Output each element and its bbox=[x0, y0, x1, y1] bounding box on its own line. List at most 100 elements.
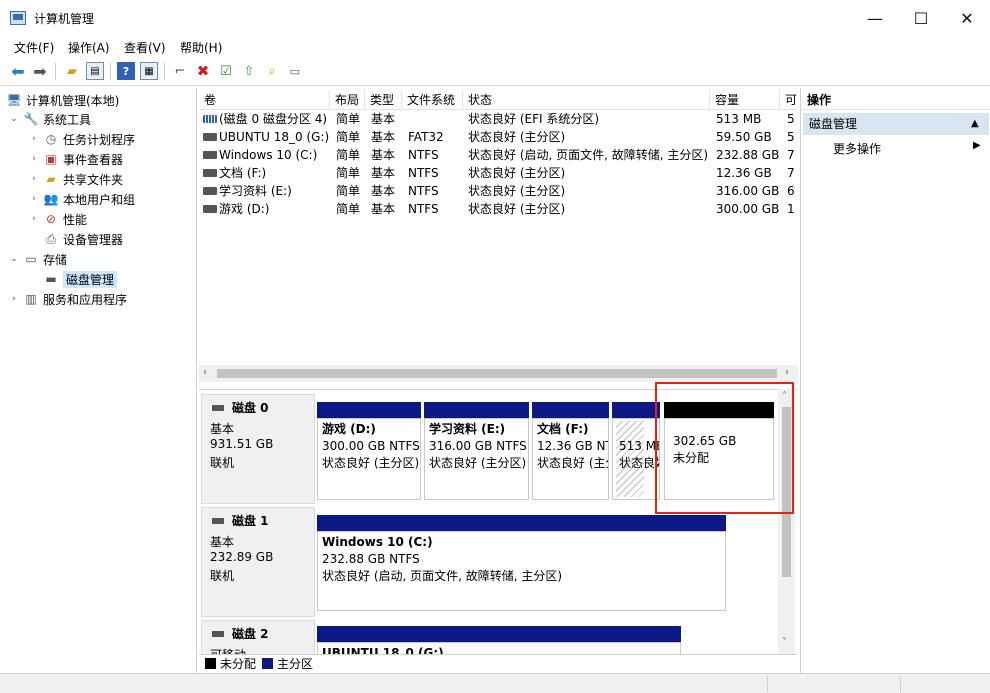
scrollbar-thumb[interactable] bbox=[217, 369, 777, 378]
disk-name-text: 磁盘 0 bbox=[232, 401, 269, 415]
scroll-left-icon[interactable]: ‹ bbox=[203, 367, 207, 378]
search-icon[interactable]: ⌕ bbox=[263, 62, 281, 80]
partition-body: 513 MB 状态良好 bbox=[612, 418, 660, 500]
actions-section-disk-management[interactable]: 磁盘管理 ▲ bbox=[803, 113, 989, 135]
volume-list-header: 卷 布局 类型 文件系统 状态 容量 可 bbox=[199, 90, 798, 110]
tree-root[interactable]: 🖥 计算机管理(本地) bbox=[4, 90, 119, 110]
chevron-right-icon[interactable]: › bbox=[28, 174, 40, 184]
submenu-arrow-icon[interactable]: ▶ bbox=[973, 140, 981, 151]
volume-capacity: 513 MB bbox=[716, 112, 762, 126]
disk-1-label[interactable]: 磁盘 1 基本 232.89 GB 联机 bbox=[201, 507, 315, 617]
partition-bar bbox=[317, 402, 421, 418]
properties-icon[interactable]: ▦ bbox=[140, 62, 158, 80]
menu-file[interactable]: 文件(F) bbox=[14, 39, 54, 56]
chevron-right-icon[interactable]: › bbox=[8, 294, 20, 304]
more-actions[interactable]: 更多操作 bbox=[833, 140, 881, 157]
collapse-icon[interactable]: ▲ bbox=[971, 113, 979, 135]
volume-row[interactable]: UBUNTU 18_0 (G:) 简单 基本 FAT32 状态良好 (主分区) … bbox=[199, 128, 798, 146]
up-folder-icon[interactable]: ▰ bbox=[63, 62, 81, 80]
volume-free: 6 bbox=[787, 184, 795, 198]
disk-icon bbox=[212, 630, 224, 637]
chevron-down-icon[interactable]: ⌄ bbox=[8, 114, 20, 124]
scroll-down-icon[interactable]: ˅ bbox=[782, 637, 787, 648]
clock-icon: ◷ bbox=[45, 132, 57, 146]
chevron-right-icon[interactable]: › bbox=[28, 194, 40, 204]
chevron-right-icon[interactable]: › bbox=[28, 154, 40, 164]
help-icon[interactable]: ? bbox=[117, 62, 135, 80]
volume-row[interactable]: (磁盘 0 磁盘分区 4) 简单 基本 状态良好 (EFI 系统分区) 513 … bbox=[199, 110, 798, 128]
volume-filesystem: NTFS bbox=[408, 202, 439, 216]
partition-body: UBUNTU 18_0 (G:) bbox=[317, 642, 681, 654]
computer-icon: 🖥 bbox=[6, 93, 22, 107]
volume-row[interactable]: 文档 (F:) 简单 基本 NTFS 状态良好 (主分区) 12.36 GB 7 bbox=[199, 164, 798, 182]
scroll-right-icon[interactable]: › bbox=[785, 367, 789, 378]
services-icon: ▥ bbox=[25, 292, 37, 306]
volume-capacity: 232.88 GB bbox=[716, 148, 780, 162]
menu-action[interactable]: 操作(A) bbox=[68, 39, 110, 56]
volume-row[interactable]: Windows 10 (C:) 简单 基本 NTFS 状态良好 (启动, 页面文… bbox=[199, 146, 798, 164]
actions-header: 操作 bbox=[801, 90, 990, 110]
tree-local-users[interactable]: › 👥 本地用户和组 bbox=[28, 189, 135, 209]
toolbar-separator bbox=[55, 63, 56, 80]
status-bar bbox=[0, 673, 990, 693]
volume-status: 状态良好 (启动, 页面文件, 故障转储, 主分区) bbox=[468, 148, 709, 162]
disk-size: 232.89 GB bbox=[210, 550, 274, 564]
legend: 未分配 主分区 bbox=[199, 654, 797, 672]
chevron-right-icon[interactable]: › bbox=[28, 134, 40, 144]
volume-layout: 简单 bbox=[336, 202, 361, 216]
volume-layout: 简单 bbox=[336, 166, 361, 180]
menu-help[interactable]: 帮助(H) bbox=[180, 39, 222, 56]
partition-size: 316.00 GB NTFS bbox=[429, 439, 527, 453]
column-header-free[interactable]: 可 bbox=[780, 90, 798, 110]
device-manager-icon: ⎙ bbox=[46, 231, 56, 246]
column-header-capacity[interactable]: 容量 bbox=[710, 90, 780, 110]
back-icon[interactable]: ⬅ bbox=[9, 62, 27, 81]
disk-2-label[interactable]: 磁盘 2 可移动 bbox=[201, 620, 315, 654]
partition-body: Windows 10 (C:) 232.88 GB NTFS 状态良好 (启动,… bbox=[317, 531, 726, 611]
column-header-volume[interactable]: 卷 bbox=[199, 90, 330, 110]
volume-icon bbox=[203, 115, 217, 123]
menu-bar: 文件(F) 操作(A) 查看(V) 帮助(H) bbox=[0, 36, 990, 58]
disk-icon bbox=[212, 404, 224, 411]
partition-bar bbox=[612, 402, 660, 418]
chevron-right-icon[interactable]: › bbox=[28, 214, 40, 224]
minimize-button[interactable]: — bbox=[852, 0, 898, 36]
disk-0-label[interactable]: 磁盘 0 基本 931.51 GB 联机 bbox=[201, 394, 315, 504]
volume-type: 基本 bbox=[371, 202, 396, 216]
close-button[interactable]: ✕ bbox=[944, 0, 990, 36]
connect-icon[interactable]: ⌐ bbox=[171, 62, 189, 80]
volume-filesystem: NTFS bbox=[408, 166, 439, 180]
tree-device-manager[interactable]: ⎙ 设备管理器 bbox=[40, 229, 123, 249]
title-bar: 计算机管理 — ☐ ✕ bbox=[0, 0, 990, 36]
volume-type: 基本 bbox=[371, 184, 396, 198]
users-icon: 👥 bbox=[43, 192, 59, 206]
volume-type: 基本 bbox=[371, 112, 396, 126]
tree-performance[interactable]: › ⊘ 性能 bbox=[28, 209, 87, 229]
disk-icon bbox=[212, 517, 224, 524]
column-header-status[interactable]: 状态 bbox=[463, 90, 710, 110]
forward-icon[interactable]: ➡ bbox=[31, 62, 49, 81]
tree-shared-folders[interactable]: › ▰ 共享文件夹 bbox=[28, 169, 123, 189]
column-header-filesystem[interactable]: 文件系统 bbox=[402, 90, 463, 110]
tree-storage[interactable]: ⌄ ▭ 存储 bbox=[8, 249, 67, 269]
column-header-type[interactable]: 类型 bbox=[365, 90, 402, 110]
column-header-layout[interactable]: 布局 bbox=[330, 90, 365, 110]
volume-row[interactable]: 学习资料 (E:) 简单 基本 NTFS 状态良好 (主分区) 316.00 G… bbox=[199, 182, 798, 200]
menu-view[interactable]: 查看(V) bbox=[124, 39, 166, 56]
tools-icon: 🔧 bbox=[23, 112, 39, 126]
tree-disk-management[interactable]: ▬ 磁盘管理 bbox=[40, 269, 118, 289]
maximize-button[interactable]: ☐ bbox=[898, 0, 944, 36]
tree-event-viewer[interactable]: › ▣ 事件查看器 bbox=[28, 149, 123, 169]
import-icon[interactable]: ⇧ bbox=[240, 62, 258, 80]
volume-row[interactable]: 游戏 (D:) 简单 基本 NTFS 状态良好 (主分区) 300.00 GB … bbox=[199, 200, 798, 218]
delete-icon[interactable]: ✖ bbox=[194, 62, 212, 80]
tree-task-scheduler[interactable]: › ◷ 任务计划程序 bbox=[28, 129, 135, 149]
show-hide-tree-icon[interactable]: ▤ bbox=[86, 62, 104, 80]
check-icon[interactable]: ☑ bbox=[217, 62, 235, 80]
disk-management-icon: ▬ bbox=[45, 272, 57, 286]
chevron-down-icon[interactable]: ⌄ bbox=[8, 254, 20, 264]
tree-services-apps[interactable]: › ▥ 服务和应用程序 bbox=[8, 289, 127, 309]
tree-system-tools[interactable]: ⌄ 🔧 系统工具 bbox=[8, 109, 91, 129]
horizontal-scrollbar[interactable]: ‹ › bbox=[199, 365, 798, 382]
console-icon[interactable]: ▭ bbox=[286, 62, 304, 80]
